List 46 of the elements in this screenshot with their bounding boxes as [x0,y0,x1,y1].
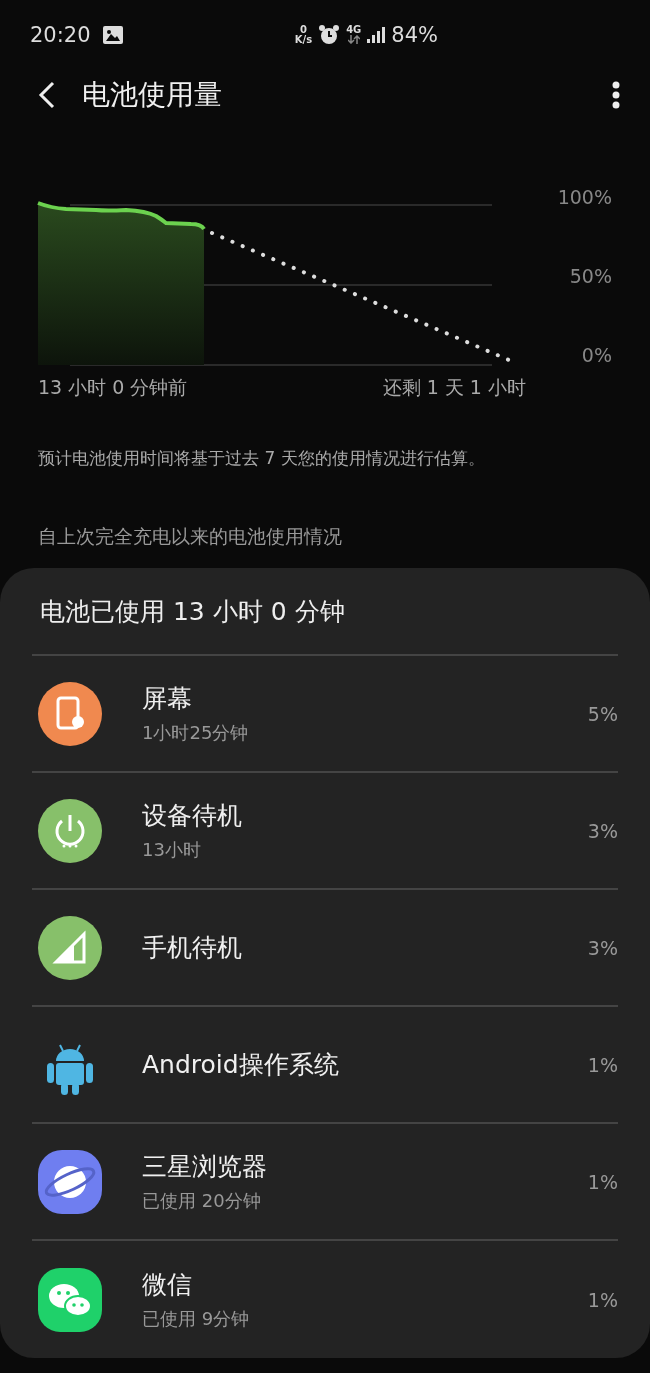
usage-percent: 3% [587,936,618,959]
alarm-icon [318,23,341,46]
usage-row[interactable]: 设备待机 13小时 3% [32,773,618,890]
axis-label: 100% [557,186,612,208]
status-time: 20:20 [30,22,91,47]
usage-percent: 1% [587,1288,618,1311]
usage-detail: 已使用 9分钟 [142,1307,251,1331]
usage-name: 设备待机 [142,800,243,832]
usage-percent: 5% [587,702,618,725]
usage-percent: 3% [587,819,618,842]
usage-name: 三星浏览器 [142,1151,268,1183]
back-button[interactable] [38,81,56,110]
usage-row[interactable]: 微信 已使用 9分钟 1% [32,1241,618,1358]
usage-percent: 1% [587,1170,618,1193]
page-title: 电池使用量 [82,77,222,114]
estimate-note: 预计电池使用时间将基于过去 7 天您的使用情况进行估算。 [38,447,486,470]
usage-detail: 1小时25分钟 [142,721,250,745]
signal-icon [38,915,102,980]
signal-icon [367,26,386,43]
network-speed: 0 K/s [294,24,313,45]
usage-row[interactable]: 手机待机 3% [32,890,618,1007]
usage-detail: 已使用 20分钟 [142,1189,262,1213]
section-title: 自上次完全充电以来的电池使用情况 [38,524,343,549]
remaining-time-label: 还剩 1 天 1 小时 [382,375,526,400]
start-time-label: 13 小时 0 分钟前 [38,375,188,400]
usage-percent: 1% [587,1053,618,1076]
usage-total: 电池已使用 13 小时 0 分钟 [32,568,618,656]
usage-name: 微信 [142,1269,193,1301]
battery-percentage: 84% [391,22,438,47]
usage-detail: 13小时 [142,838,202,862]
usage-name: 手机待机 [142,932,243,964]
axis-label: 50% [569,265,612,287]
image-icon [102,25,123,44]
usage-name: 屏幕 [142,683,193,715]
usage-row[interactable]: 屏幕 1小时25分钟 5% [32,656,618,773]
axis-label: 0% [581,344,612,366]
more-options-icon[interactable] [612,81,620,110]
power-icon [38,798,102,863]
data-arrows-icon [347,35,360,45]
network-type: 4G [346,25,362,36]
usage-row[interactable]: Android操作系统 1% [32,1007,618,1124]
planet-icon [38,1149,102,1214]
usage-name: Android操作系统 [142,1049,340,1081]
usage-row[interactable]: 三星浏览器 已使用 20分钟 1% [32,1124,618,1241]
screen-brightness-icon [38,681,102,746]
chat-bubbles-icon [38,1267,102,1332]
